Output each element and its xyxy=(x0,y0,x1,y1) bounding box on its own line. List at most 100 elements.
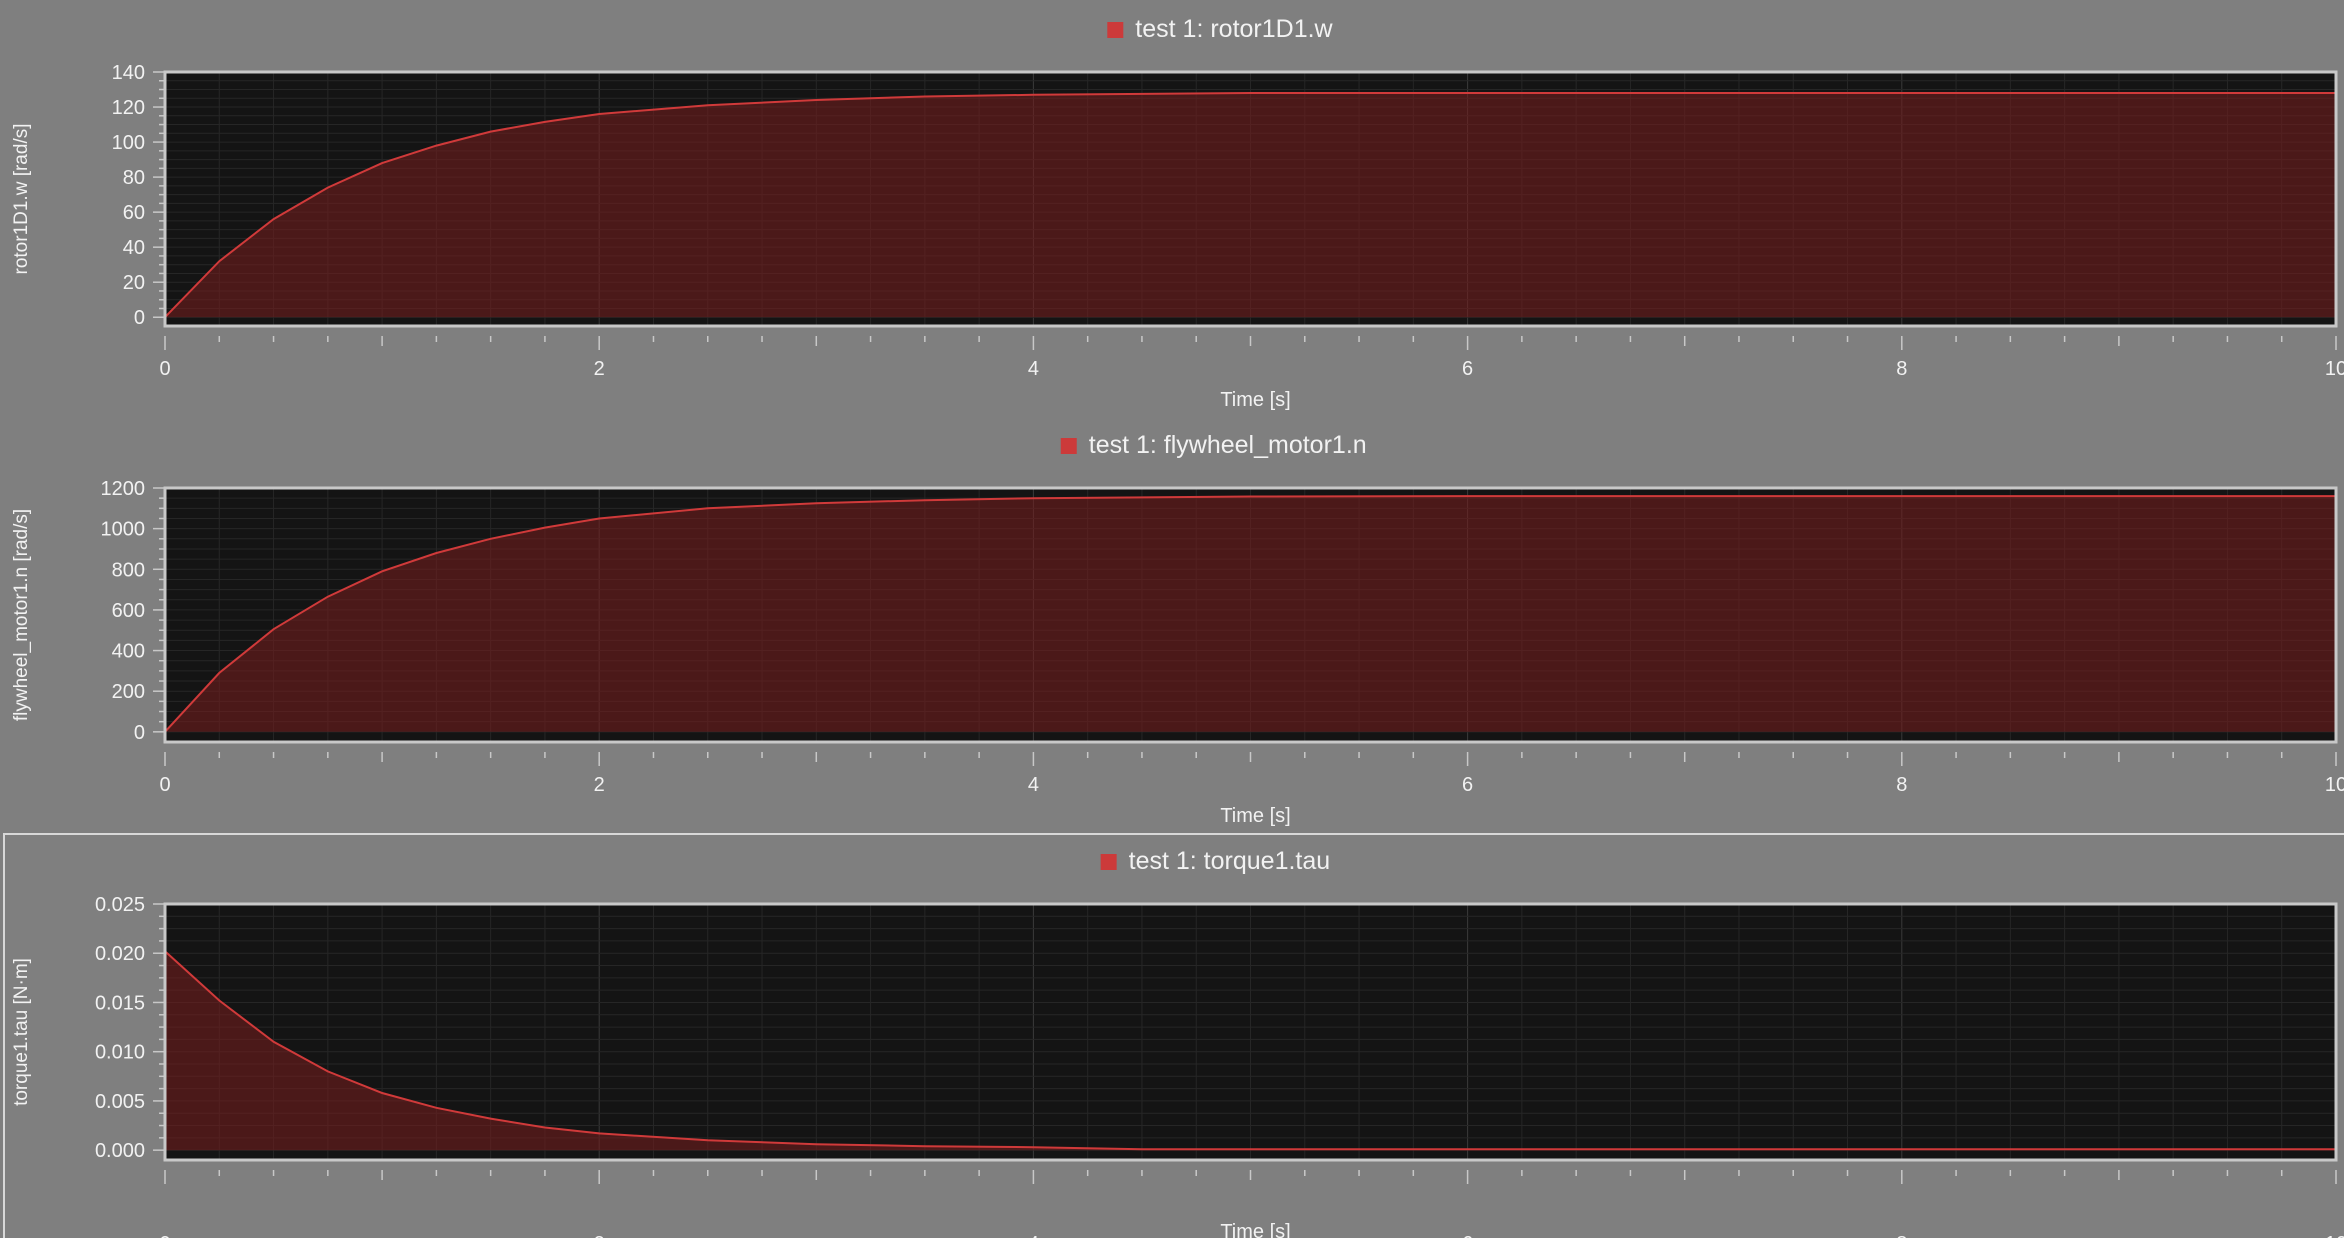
series-point xyxy=(924,95,926,98)
x-tick-label: 0 xyxy=(159,358,170,380)
series-point xyxy=(1901,1148,1903,1150)
series-point xyxy=(598,517,600,520)
x-tick-label: 4 xyxy=(1028,774,1039,796)
series-point xyxy=(1249,495,1252,498)
series-point xyxy=(598,113,600,115)
series-point xyxy=(218,672,221,674)
series-point xyxy=(435,552,438,554)
y-tick-label: 60 xyxy=(123,202,145,224)
series-point xyxy=(1466,1148,1469,1150)
series-point xyxy=(1466,92,1469,94)
series-point xyxy=(489,538,492,540)
legend-swatch xyxy=(1107,22,1124,38)
y-tick-label: 0 xyxy=(134,722,145,744)
series-point xyxy=(327,186,329,189)
series-point xyxy=(1901,92,1903,94)
chart-title: test 1: rotor1D1.w xyxy=(1135,15,1333,43)
series-point xyxy=(2118,92,2120,94)
series-point xyxy=(1683,1148,1686,1150)
x-axis-label: Time [s] xyxy=(1220,805,1290,827)
y-tick-label: 200 xyxy=(112,681,145,703)
x-tick-label: 10 xyxy=(2325,774,2344,796)
y-tick-label: 140 xyxy=(112,62,145,84)
series-point xyxy=(435,1107,438,1109)
series-point xyxy=(381,1092,383,1094)
series-point xyxy=(544,1126,546,1129)
y-tick-label: 0.020 xyxy=(95,943,145,965)
x-axis-label: Time [s] xyxy=(1220,1221,1290,1238)
series-point xyxy=(435,144,438,147)
chart-title: test 1: flywheel_motor1.n xyxy=(1089,431,1367,459)
series-point xyxy=(489,1117,492,1120)
x-axis-label: Time [s] xyxy=(1220,389,1290,411)
x-tick-label: 2 xyxy=(594,358,605,380)
series-point xyxy=(706,507,709,510)
series-point xyxy=(1249,1148,1252,1150)
chart-title: test 1: torque1.tau xyxy=(1129,847,1331,875)
x-tick-label: 6 xyxy=(1462,774,1473,796)
series-point xyxy=(2118,1148,2120,1150)
series-point xyxy=(1683,495,1686,497)
y-tick-label: 0 xyxy=(134,307,145,329)
x-tick-label: 4 xyxy=(1028,358,1039,380)
series-point xyxy=(924,499,926,501)
series-point xyxy=(381,162,383,164)
series-point xyxy=(924,1145,926,1148)
chart-panel-1[interactable]: test 1: rotor1D1.w 0 20 40 60 80 100 120 140 0 2 4 6… xyxy=(11,15,2344,411)
series-point xyxy=(1032,1146,1035,1148)
series-point xyxy=(1032,93,1035,96)
y-tick-label: 0.005 xyxy=(95,1091,145,1113)
x-tick-label: 0 xyxy=(159,774,170,796)
x-tick-label: 6 xyxy=(1462,358,1473,380)
y-tick-label: 120 xyxy=(112,97,145,119)
y-tick-label: 80 xyxy=(123,167,145,189)
series-point xyxy=(1466,495,1469,497)
series-point xyxy=(272,218,275,220)
y-tick-label: 600 xyxy=(112,600,145,622)
y-tick-label: 0.015 xyxy=(95,992,145,1014)
y-tick-label: 1200 xyxy=(101,478,146,500)
y-tick-label: 40 xyxy=(123,237,145,259)
y-tick-label: 0.025 xyxy=(95,894,145,916)
y-tick-label: 1000 xyxy=(101,519,146,541)
x-tick-label: 0 xyxy=(159,1233,170,1238)
legend-swatch xyxy=(1060,438,1077,454)
y-axis-label: rotor1D1.w [rad/s] xyxy=(11,124,32,275)
x-tick-label: 6 xyxy=(1462,1233,1473,1238)
series-point xyxy=(2118,495,2120,497)
series-point xyxy=(1032,497,1035,499)
series-point xyxy=(544,526,546,529)
chart-panel-3[interactable]: test 1: torque1.tau 0.000 0.005 0.010 0.015 0… xyxy=(3,833,2344,1238)
x-tick-label: 8 xyxy=(1896,774,1907,796)
series-point xyxy=(1683,92,1686,94)
series-point xyxy=(272,1041,275,1043)
series-point xyxy=(218,260,221,262)
x-tick-label: 2 xyxy=(594,1233,605,1238)
y-tick-label: 20 xyxy=(123,272,145,294)
y-tick-label: 100 xyxy=(112,132,145,154)
series-point xyxy=(815,1143,818,1146)
y-tick-label: 0.000 xyxy=(95,1140,145,1162)
plot-window: test 1: rotor1D1.w0204060801001201400 2 4 6… xyxy=(3,15,2344,1238)
y-axis-label: torque1.tau [N·m] xyxy=(11,958,32,1106)
series-point xyxy=(381,570,383,573)
series-point xyxy=(815,502,818,505)
y-tick-label: 800 xyxy=(112,559,145,581)
x-tick-label: 4 xyxy=(1028,1233,1039,1238)
series-point xyxy=(272,628,275,631)
y-tick-label: 0.010 xyxy=(95,1042,145,1064)
series-point xyxy=(598,1132,600,1135)
series-point xyxy=(706,1139,709,1142)
series-point xyxy=(327,595,329,598)
x-tick-label: 10 xyxy=(2325,358,2344,380)
chart-panel-2[interactable]: test 1: flywheel_motor1.n 0 200 400 600 800 10… xyxy=(11,431,2344,827)
x-tick-label: 8 xyxy=(1896,358,1907,380)
y-tick-label: 400 xyxy=(112,641,145,663)
x-tick-label: 10 xyxy=(2325,1233,2344,1238)
y-axis-label: flywheel_motor1.n [rad/s] xyxy=(11,509,32,721)
series-point xyxy=(1901,495,1903,497)
series-point xyxy=(1141,1148,1143,1150)
x-tick-label: 8 xyxy=(1896,1233,1907,1238)
series-point xyxy=(815,99,818,101)
legend-swatch xyxy=(1100,854,1117,870)
